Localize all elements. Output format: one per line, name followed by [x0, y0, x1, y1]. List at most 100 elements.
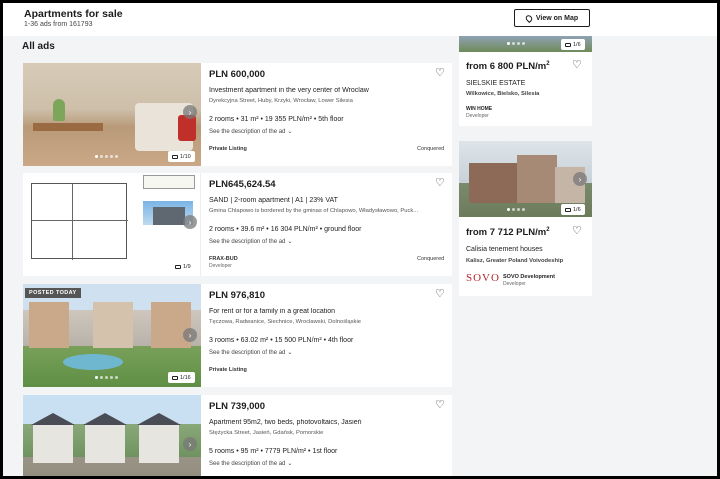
favorite-heart-icon[interactable]: ♡ [435, 68, 446, 79]
listing-photo[interactable]: › [23, 395, 201, 476]
next-photo-arrow-icon[interactable]: › [183, 437, 197, 451]
page-title: Apartments for sale [24, 8, 123, 20]
page-frame: Apartments for sale 1-36 ads from 161793… [3, 3, 717, 476]
listing-card[interactable]: › 1/9 PLN645,624.54 ♡ SAND | 2-room apar… [23, 173, 452, 276]
developer-type: Developer [466, 113, 489, 119]
listing-params: 3 rooms • 63.02 m² • 15 500 PLN/m² • 4th… [209, 337, 354, 344]
photo-counter-label: 1/6 [573, 206, 581, 213]
listing-photo[interactable]: › 1/9 [23, 173, 201, 276]
photo-counter-label: 1/9 [183, 263, 191, 270]
developer-name: WIN HOME [466, 106, 493, 112]
next-photo-arrow-icon[interactable]: › [573, 172, 587, 186]
listing-status: Conquered [417, 146, 445, 152]
investment-photo[interactable]: 1/6 [459, 36, 592, 52]
developer-logo: SOVO [466, 272, 500, 284]
photo-detail [53, 99, 65, 121]
listing-address: Stężycka Street, Jasień, Gdańsk, Pomorsk… [209, 430, 324, 436]
camera-icon [175, 264, 181, 269]
posted-today-badge: POSTED TODAY [25, 288, 81, 298]
photo-counter: 1/6 [561, 204, 585, 215]
photo-detail [33, 423, 73, 463]
description-toggle[interactable]: See the description of the ad ⌄ [209, 128, 292, 135]
listing-info: PLN645,624.54 ♡ SAND | 2-room apartment … [209, 173, 449, 276]
seller-name: FRAX-BUD [209, 256, 238, 262]
investment-photo[interactable]: › 1/6 [459, 141, 592, 217]
listing-title[interactable]: For rent or for a family in a great loca… [209, 308, 445, 315]
next-photo-arrow-icon[interactable]: › [183, 215, 197, 229]
chevron-down-icon: ⌄ [287, 239, 293, 245]
photo-detail [63, 354, 123, 370]
floor-plan-image [31, 183, 128, 260]
favorite-heart-icon[interactable]: ♡ [572, 226, 582, 237]
investment-card[interactable]: 1/6 from 6 800 PLN/m2 ♡ SIELSKIE ESTATE … [459, 36, 592, 126]
photo-detail [93, 302, 133, 348]
seller-name: Private Listing [209, 146, 247, 152]
photo-detail [151, 302, 191, 348]
listing-address: Tęczowa, Radwanice, Siechnice, Wrocławsk… [209, 319, 361, 325]
listing-address: Dyrekcyjna Street, Huby, Krzyki, Wrocław… [209, 98, 353, 104]
favorite-heart-icon[interactable]: ♡ [435, 178, 446, 189]
listing-card[interactable]: › PLN 739,000 ♡ Apartment 95m2, two beds… [23, 395, 452, 476]
listing-photo[interactable]: › 1/10 [23, 63, 201, 166]
top-bar: Apartments for sale 1-36 ads from 161793… [3, 3, 717, 36]
listing-card[interactable]: POSTED TODAY › 1/16 PLN 976,810 ♡ For re… [23, 284, 452, 387]
next-photo-arrow-icon[interactable]: › [183, 328, 197, 342]
photo-dots [95, 155, 118, 158]
description-link: See the description of the ad [209, 461, 286, 467]
developer-name: SOVO Development [503, 274, 555, 280]
listing-photo[interactable]: POSTED TODAY › 1/16 [23, 284, 201, 387]
listing-title[interactable]: SAND | 2-room apartment | A1 | 23% VAT [209, 197, 445, 204]
description-toggle[interactable]: See the description of the ad ⌄ [209, 349, 292, 356]
investment-title[interactable]: Calisia tenement houses [466, 246, 543, 253]
listing-title[interactable]: Investment apartment in the very center … [209, 87, 445, 94]
listing-info: PLN 739,000 ♡ Apartment 95m2, two beds, … [209, 395, 449, 476]
photo-counter-label: 1/6 [573, 41, 581, 48]
favorite-heart-icon[interactable]: ♡ [572, 60, 582, 71]
description-link: See the description of the ad [209, 350, 286, 356]
investment-location: Kalisz, Greater Poland Voivodeship [466, 258, 564, 264]
investment-title[interactable]: SIELSKIE ESTATE [466, 80, 525, 87]
chevron-down-icon: ⌄ [287, 129, 293, 135]
listing-price: PLN 976,810 [209, 290, 265, 301]
seller-type: Developer [209, 263, 232, 269]
photo-counter-label: 1/10 [180, 153, 191, 160]
photo-counter: 1/9 [171, 261, 195, 272]
map-pin-icon [524, 13, 534, 23]
description-link: See the description of the ad [209, 239, 286, 245]
next-photo-arrow-icon[interactable]: › [183, 105, 197, 119]
photo-counter: 1/6 [561, 39, 585, 50]
photo-detail [33, 123, 103, 131]
photo-detail [143, 175, 195, 189]
photo-detail [517, 155, 557, 203]
photo-detail [178, 115, 196, 141]
photo-detail [85, 423, 125, 463]
listing-title[interactable]: Apartment 95m2, two beds, photovoltaics,… [209, 419, 445, 426]
favorite-heart-icon[interactable]: ♡ [435, 400, 446, 411]
listing-params: 2 rooms • 31 m² • 19 355 PLN/m² • 5th fl… [209, 116, 344, 123]
photo-dots [95, 376, 118, 379]
listing-price: PLN 600,000 [209, 69, 265, 80]
price-unit-superscript: 2 [546, 227, 550, 233]
description-toggle[interactable]: See the description of the ad ⌄ [209, 460, 292, 467]
listing-info: PLN 976,810 ♡ For rent or for a family i… [209, 284, 449, 387]
view-on-map-button[interactable]: View on Map [514, 9, 590, 27]
investment-price-label: from 6 800 PLN/m [466, 61, 547, 73]
results-count: 1-36 ads from 161793 [24, 21, 93, 28]
price-unit-superscript: 2 [546, 61, 550, 67]
listing-params: 2 rooms • 39.6 m² • 16 304 PLN/m² • grou… [209, 226, 362, 233]
listing-card[interactable]: › 1/10 PLN 600,000 ♡ Investment apartmen… [23, 63, 452, 166]
listing-price: PLN645,624.54 [209, 179, 276, 190]
photo-counter: 1/16 [168, 372, 195, 383]
chevron-down-icon: ⌄ [287, 461, 293, 467]
listing-info: PLN 600,000 ♡ Investment apartment in th… [209, 63, 449, 166]
photo-counter-label: 1/16 [180, 374, 191, 381]
chevron-down-icon: ⌄ [287, 350, 293, 356]
listing-params: 5 rooms • 95 m² • 7779 PLN/m² • 1st floo… [209, 448, 338, 455]
listing-price: PLN 739,000 [209, 401, 265, 412]
photo-detail [139, 423, 179, 463]
description-toggle[interactable]: See the description of the ad ⌄ [209, 238, 292, 245]
listing-address: Gmina Chlapowo is bordered by the gminas… [209, 208, 419, 214]
favorite-heart-icon[interactable]: ♡ [435, 289, 446, 300]
investment-price: from 6 800 PLN/m2 [466, 61, 550, 72]
investment-card[interactable]: › 1/6 from 7 712 PLN/m2 ♡ Calisia teneme… [459, 141, 592, 296]
